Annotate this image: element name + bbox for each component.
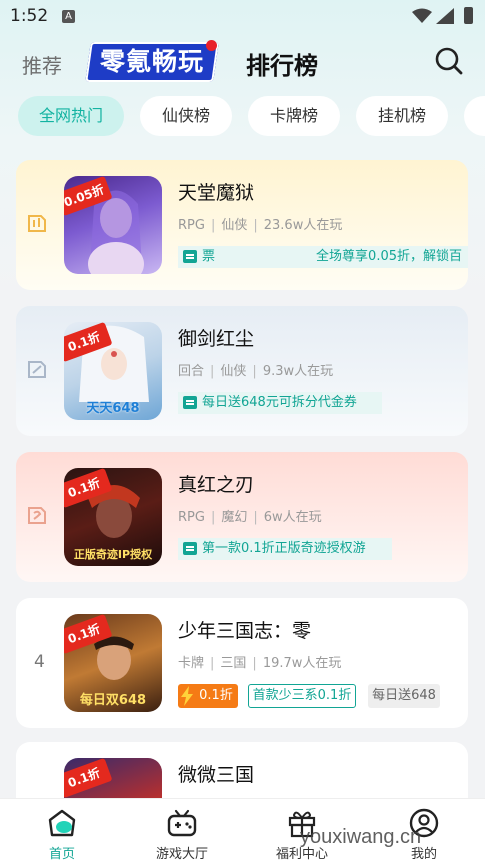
nav-home[interactable]: 首页	[12, 799, 112, 862]
game-players: 9.3w人在玩	[262, 364, 334, 379]
gamepad-icon	[167, 809, 197, 837]
tab-more[interactable]	[464, 96, 485, 136]
tab-card[interactable]: 卡牌榜	[248, 96, 340, 136]
game-genre: 卡牌	[178, 656, 205, 671]
rank-number: 4	[34, 652, 45, 672]
feature-tag: 首款少三系0.1折	[248, 684, 356, 708]
top-header: 推荐 零氪畅玩 排行榜	[0, 38, 485, 88]
game-title: 真红之刃	[178, 474, 255, 496]
signal-icon	[436, 8, 454, 24]
battery-icon	[464, 7, 473, 24]
rank-2-icon	[28, 361, 46, 378]
status-bar: 1:52 A	[0, 0, 485, 34]
game-title: 少年三国志：零	[178, 620, 312, 642]
tab-xianxia[interactable]: 仙侠榜	[140, 96, 232, 136]
nav-home-label: 首页	[48, 847, 75, 862]
rank-3-icon	[28, 507, 46, 524]
discount-tag: 0.1折	[178, 684, 238, 708]
status-time: 1:52	[10, 6, 49, 26]
game-genre: RPG	[178, 218, 205, 233]
game-players: 23.6w人在玩	[263, 218, 343, 233]
page-title: 排行榜	[246, 52, 318, 80]
home-icon	[48, 809, 76, 837]
promo-banner: 票 全场尊享0.05折，解锁百	[178, 246, 468, 268]
search-icon[interactable]	[434, 46, 464, 76]
nav-game-hall-label: 游戏大厅	[155, 847, 208, 862]
promo-banner: 第一款0.1折正版奇迹授权游	[178, 538, 392, 560]
game-meta: 卡牌 | 三国 | 19.7w人在玩	[178, 656, 342, 671]
game-card[interactable]: 0.1折 天天648 御剑红尘 回合 | 仙侠 | 9.3w人在玩 每日送648元可拆分…	[16, 306, 468, 436]
thumb-caption: 每日双648	[79, 693, 147, 708]
watermark: youxiwang.cn	[300, 826, 422, 848]
game-theme: 三国	[220, 656, 247, 671]
notification-icon: A	[62, 10, 75, 23]
game-thumbnail[interactable]: 0.1折 每日双648	[64, 614, 162, 712]
tab-idle[interactable]: 挂机榜	[356, 96, 448, 136]
tab-all-hot[interactable]: 全网热门	[18, 96, 124, 136]
game-title: 天堂魔狱	[178, 182, 255, 204]
game-meta: RPG | 仙侠 | 23.6w人在玩	[178, 218, 343, 233]
nav-game-hall[interactable]: 游戏大厅	[132, 799, 232, 862]
message-icon	[183, 396, 197, 409]
promo-text: 第一款0.1折正版奇迹授权游	[202, 541, 366, 556]
promo-left: 票	[202, 249, 216, 264]
gift-tag: 每日送648	[368, 684, 440, 708]
game-meta: RPG | 魔幻 | 6w人在玩	[178, 510, 322, 525]
game-genre: 回合	[178, 364, 205, 379]
promo-banner: 每日送648元可拆分代金券	[178, 392, 382, 414]
game-title: 御剑红尘	[178, 328, 255, 350]
discount-badge: 0.1折	[64, 758, 113, 799]
thumb-caption: 天天648	[86, 401, 140, 416]
app-logo: 零氪畅玩	[85, 42, 219, 82]
game-theme: 仙侠	[221, 218, 248, 233]
game-players: 6w人在玩	[263, 510, 322, 525]
logo-dot	[206, 40, 217, 51]
rank-1-icon	[28, 215, 46, 232]
category-tabs: 全网热门 仙侠榜 卡牌榜 挂机榜	[18, 96, 485, 138]
game-theme: 仙侠	[220, 364, 247, 379]
thumb-caption: 正版奇迹IP授权	[73, 548, 153, 561]
app-logo-text: 零氪畅玩	[99, 47, 204, 76]
game-card[interactable]: 0.1折 正版奇迹IP授权 真红之刃 RPG | 魔幻 | 6w人在玩 第一款0.1折正…	[16, 452, 468, 582]
game-meta: 回合 | 仙侠 | 9.3w人在玩	[178, 364, 334, 379]
promo-text: 每日送648元可拆分代金券	[202, 395, 357, 410]
bolt-icon	[181, 686, 193, 706]
game-card[interactable]: 4 0.1折 每日双648 少年三国志：零 卡牌 | 三国 | 19.7w人在玩 0.1…	[16, 598, 468, 728]
game-thumbnail[interactable]: 0.1折 天天648	[64, 322, 162, 420]
game-thumbnail[interactable]: 0.1折 正版奇迹IP授权	[64, 468, 162, 566]
game-title: 微微三国	[178, 764, 255, 786]
promo-right: 全场尊享0.05折，解锁百	[316, 249, 462, 264]
message-icon	[183, 250, 197, 263]
game-genre: RPG	[178, 510, 205, 525]
game-thumbnail[interactable]: 0.05折	[64, 176, 162, 274]
discount-tag-text: 0.1折	[199, 688, 233, 703]
wifi-icon	[412, 8, 432, 23]
message-icon	[183, 542, 197, 555]
recommend-tab[interactable]: 推荐	[22, 50, 62, 79]
game-players: 19.7w人在玩	[262, 656, 342, 671]
game-card[interactable]: 0.05折 天堂魔狱 RPG | 仙侠 | 23.6w人在玩 票 全场尊享0.05折，解…	[16, 160, 468, 290]
game-theme: 魔幻	[221, 510, 248, 525]
